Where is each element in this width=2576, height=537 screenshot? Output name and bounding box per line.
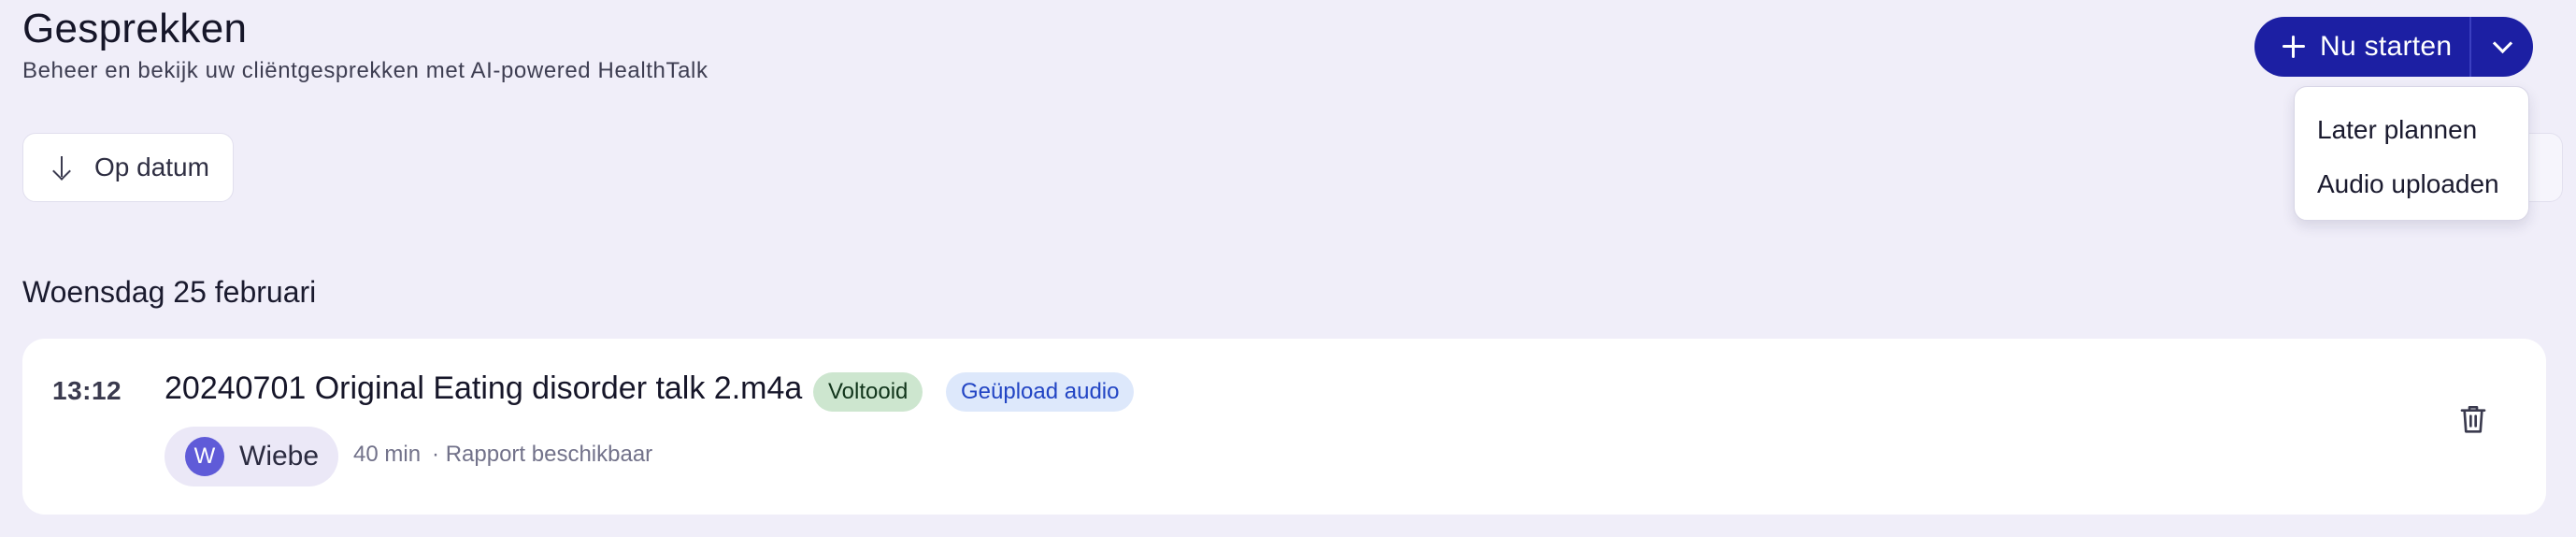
sort-label: Op datum [94,152,209,181]
user-name: Wiebe [239,441,320,472]
status-badge-completed: Voltooid [813,372,923,412]
report-status: · Rapport beschikbaar [432,442,653,467]
start-now-label: Nu starten [2320,31,2453,62]
conversations-page: Gesprekken Beheer en bekijk uw cliëntges… [0,0,2576,537]
menu-item-audio-uploaden[interactable]: Audio uploaden [2295,154,2528,214]
conversation-duration: 40 min [353,442,422,467]
menu-item-later-plannen[interactable]: Later plannen [2295,100,2528,160]
page-subtitle: Beheer en bekijk uw cliëntgesprekken met… [22,58,708,83]
conversation-title[interactable]: 20240701 Original Eating disorder talk 2… [165,370,802,407]
conversation-time: 13:12 [52,376,122,405]
trash-icon[interactable] [2458,402,2488,436]
source-badge-uploaded-audio: Geüpload audio [946,372,1135,412]
start-button-group: Nu starten [2254,17,2533,77]
date-group-heading: Woensdag 25 februari [22,275,317,309]
conversation-meta: 40 min · Rapport beschikbaar [353,442,652,468]
page-title: Gesprekken [22,6,248,51]
start-options-toggle[interactable] [2471,17,2533,77]
user-chip[interactable]: W Wiebe [165,427,338,486]
conversation-card[interactable]: 13:12 20240701 Original Eating disorder … [22,339,2546,515]
arrow-down-icon [51,155,72,181]
avatar: W [185,437,224,476]
start-options-menu: Later plannen Audio uploaden [2294,86,2529,221]
start-now-button[interactable]: Nu starten [2254,17,2469,77]
sort-by-date-button[interactable]: Op datum [22,133,234,202]
partially-hidden-control[interactable] [2524,133,2563,202]
plus-icon [2281,34,2307,60]
chevron-down-icon [2492,33,2512,53]
